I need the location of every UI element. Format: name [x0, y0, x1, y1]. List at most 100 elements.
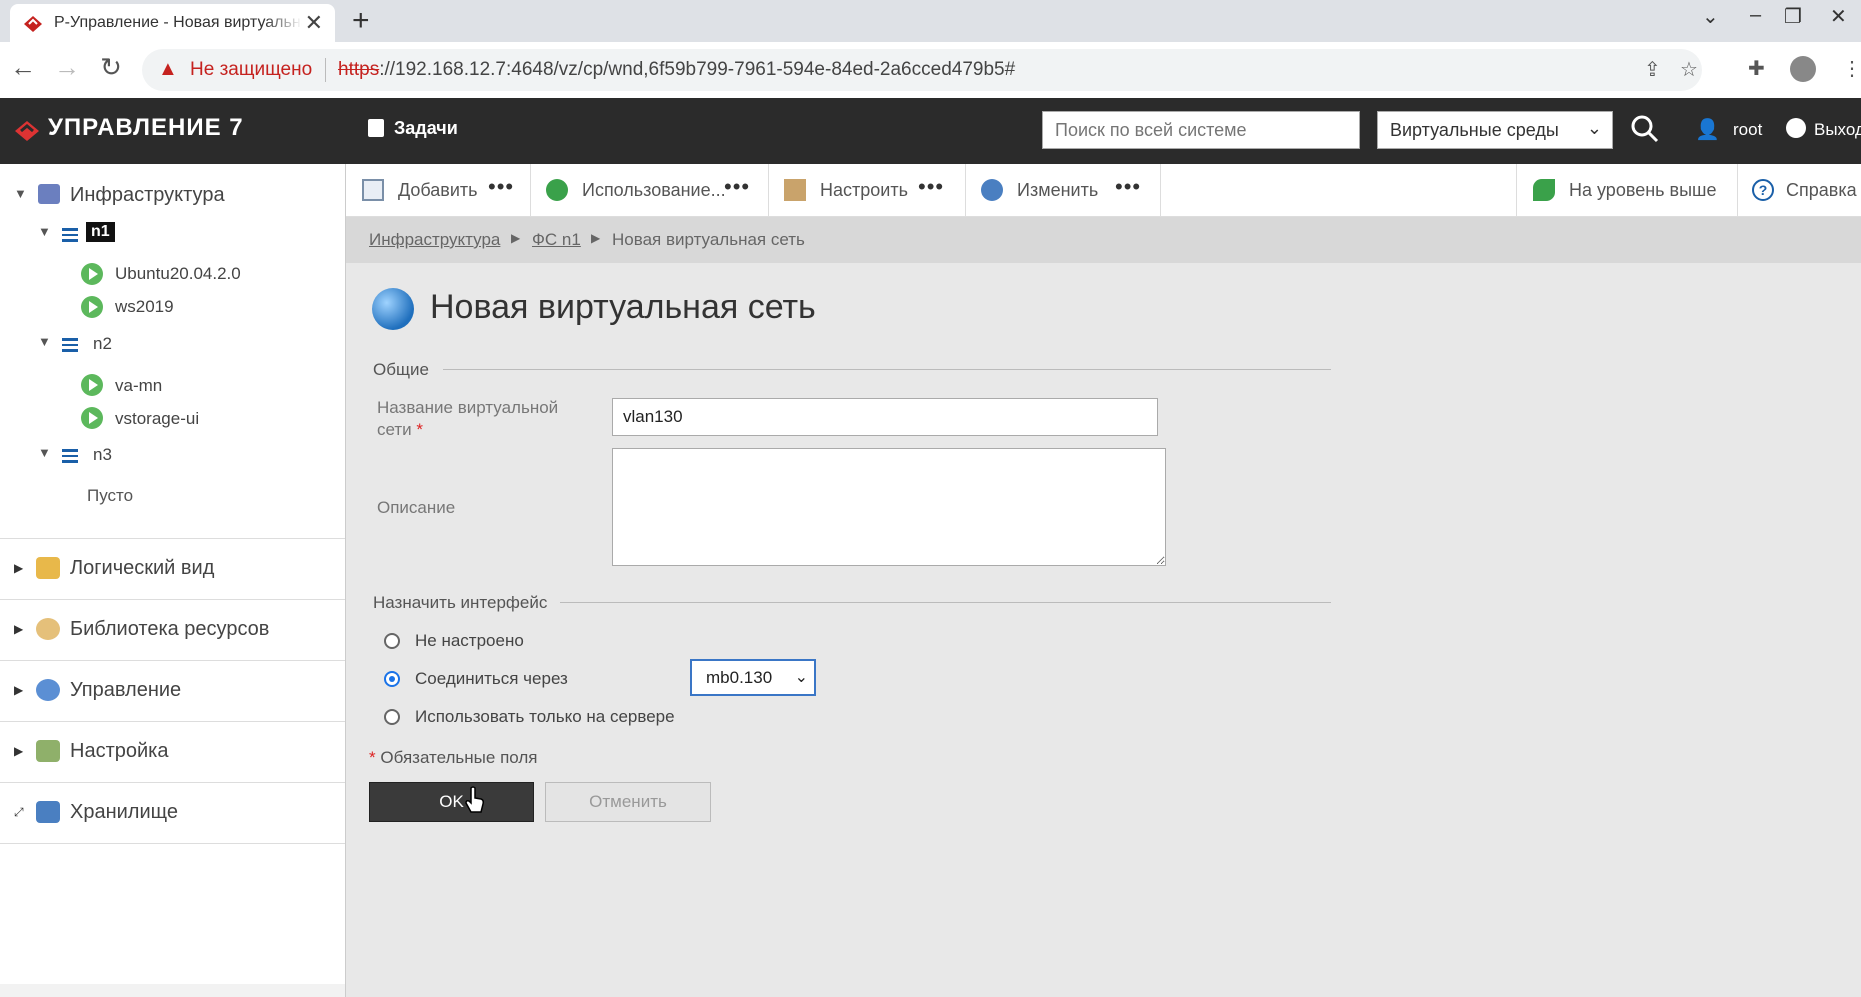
tree-vm-item[interactable]: va-mn: [115, 376, 162, 396]
back-icon[interactable]: ←: [8, 52, 38, 83]
search-scope-value: Виртуальные среды: [1390, 120, 1559, 140]
sidebar-section-management[interactable]: ▶ Управление: [0, 660, 345, 721]
chevron-down-icon: ⌄: [1586, 118, 1602, 138]
more-icon[interactable]: •••: [488, 174, 514, 200]
clipboard-icon: [368, 119, 384, 137]
tree-node-n1[interactable]: n1: [86, 222, 115, 242]
empty-node-label: Пусто: [87, 486, 134, 505]
horizontal-scrollbar[interactable]: [0, 984, 345, 997]
more-icon[interactable]: •••: [918, 174, 944, 200]
brand-name[interactable]: УПРАВЛЕНИЕ 7: [48, 114, 244, 142]
library-icon: [36, 618, 60, 640]
browser-menu-icon[interactable]: ⋮: [1842, 56, 1861, 81]
radio-label-server-only[interactable]: Использовать только на сервере: [415, 707, 675, 727]
logout-link[interactable]: Выход: [1814, 120, 1861, 140]
tab-search-icon[interactable]: ⌄: [1702, 4, 1719, 29]
required-asterisk: *: [369, 748, 376, 767]
group-heading-interface: Назначить интерфейс: [373, 593, 548, 612]
network-name-label: Название виртуальной сети *: [377, 397, 558, 441]
close-window-icon[interactable]: ✕: [1830, 4, 1847, 29]
collapse-arrow-icon[interactable]: ▼: [38, 224, 51, 239]
brand-logo-icon: [15, 121, 39, 141]
level-up-button[interactable]: На уровень выше: [1516, 164, 1738, 216]
address-bar[interactable]: ▲ Не защищено https://192.168.12.7:4648/…: [142, 49, 1702, 91]
tasks-button[interactable]: Задачи: [368, 118, 458, 139]
more-icon[interactable]: •••: [724, 174, 750, 200]
warning-icon[interactable]: ▲: [158, 58, 178, 81]
required-note: * Обязательные поля: [369, 748, 538, 768]
profile-avatar-icon[interactable]: [1790, 56, 1816, 82]
storage-icon: [36, 801, 60, 823]
global-search-input[interactable]: [1042, 111, 1360, 149]
tree-vm-item[interactable]: ws2019: [115, 297, 174, 317]
breadcrumb: Инфраструктура ▶ ФС n1 ▶ Новая виртуальн…: [346, 217, 1861, 263]
vm-running-icon: [81, 263, 103, 285]
extensions-icon[interactable]: ✚: [1748, 56, 1765, 81]
vm-running-icon: [81, 407, 103, 429]
sidebar-section-settings[interactable]: ▶ Настройка: [0, 721, 345, 782]
share-icon[interactable]: ⇪: [1644, 57, 1661, 82]
configure-icon: [784, 179, 806, 201]
breadcrumb-link[interactable]: Инфраструктура: [369, 230, 500, 250]
change-button[interactable]: Изменить •••: [965, 164, 1161, 216]
sidebar-section-storage[interactable]: ⤢ Хранилище: [0, 782, 345, 844]
url-text[interactable]: https://192.168.12.7:4648/vz/cp/wnd,6f59…: [338, 59, 1015, 81]
hand-cursor-icon: [465, 786, 484, 813]
browser-toolbar: ← → ↻ ▲ Не защищено https://192.168.12.7…: [0, 42, 1861, 99]
sidebar-section-logical-view[interactable]: ▶ Логический вид: [0, 538, 345, 599]
tree-root-infrastructure[interactable]: Инфраструктура: [70, 184, 225, 207]
more-icon[interactable]: •••: [1115, 174, 1141, 200]
sidebar-section-resource-library[interactable]: ▶ Библиотека ресурсов: [0, 599, 345, 660]
network-name-input[interactable]: [612, 398, 1158, 436]
section-label: Библиотека ресурсов: [70, 618, 270, 640]
description-label: Описание: [377, 498, 456, 517]
add-button[interactable]: Добавить •••: [346, 164, 531, 216]
configure-label: Настроить: [820, 180, 908, 200]
user-icon[interactable]: 👤: [1695, 117, 1720, 142]
add-label: Добавить: [398, 180, 478, 200]
close-tab-icon[interactable]: ✕: [305, 10, 323, 36]
reload-icon[interactable]: ↻: [96, 52, 126, 83]
breadcrumb-link[interactable]: ФС n1: [532, 230, 581, 250]
tree-vm-item[interactable]: vstorage-ui: [115, 409, 199, 429]
tree-node-n3[interactable]: n3: [93, 445, 112, 465]
expand-arrow-icon: ▶: [14, 744, 24, 758]
description-textarea[interactable]: [612, 448, 1166, 566]
search-icon[interactable]: [1630, 114, 1660, 144]
ok-button[interactable]: OK: [369, 782, 534, 822]
radio-label-not-configured[interactable]: Не настроено: [415, 631, 524, 651]
configure-button[interactable]: Настроить •••: [768, 164, 966, 216]
forward-icon[interactable]: →: [52, 52, 82, 83]
network-globe-icon: [372, 288, 414, 330]
collapse-arrow-icon[interactable]: ▼: [14, 186, 27, 201]
tree-node-n2[interactable]: n2: [93, 334, 112, 354]
interface-select[interactable]: mb0.130 ⌄: [690, 659, 816, 696]
collapse-arrow-icon[interactable]: ▼: [38, 334, 51, 349]
breadcrumb-separator-icon: ▶: [591, 231, 601, 245]
radio-not-configured[interactable]: [384, 633, 400, 649]
url-rest: ://192.168.12.7:4648/vz/cp/wnd,6f59b799-…: [379, 59, 1016, 80]
vm-running-icon: [81, 374, 103, 396]
server-icon: [62, 449, 78, 463]
globe-icon: [546, 179, 568, 201]
collapse-arrow-icon[interactable]: ▼: [38, 445, 51, 460]
logout-icon[interactable]: [1786, 118, 1806, 138]
radio-label-connect-via[interactable]: Соединиться через: [415, 669, 568, 689]
help-button[interactable]: ? Справка: [1736, 164, 1861, 216]
usage-button[interactable]: Использование... •••: [530, 164, 769, 216]
restore-icon[interactable]: ❐: [1784, 4, 1802, 29]
tree-vm-item[interactable]: Ubuntu20.04.2.0: [115, 264, 241, 284]
radio-connect-via[interactable]: [384, 671, 400, 687]
minimize-icon[interactable]: –: [1750, 4, 1761, 27]
user-name[interactable]: root: [1733, 120, 1762, 140]
not-secure-label[interactable]: Не защищено: [190, 59, 312, 81]
radio-server-only[interactable]: [384, 709, 400, 725]
new-tab-button[interactable]: +: [352, 4, 370, 38]
browser-tab[interactable]: Р-Управление - Новая виртуальная сеть ✕: [10, 4, 335, 42]
vm-running-icon: [81, 296, 103, 318]
server-icon: [62, 338, 78, 352]
infrastructure-icon: [38, 184, 60, 204]
bookmark-star-icon[interactable]: ☆: [1680, 57, 1698, 82]
search-scope-select[interactable]: Виртуальные среды ⌄: [1377, 111, 1613, 149]
cancel-button[interactable]: Отменить: [545, 782, 711, 822]
